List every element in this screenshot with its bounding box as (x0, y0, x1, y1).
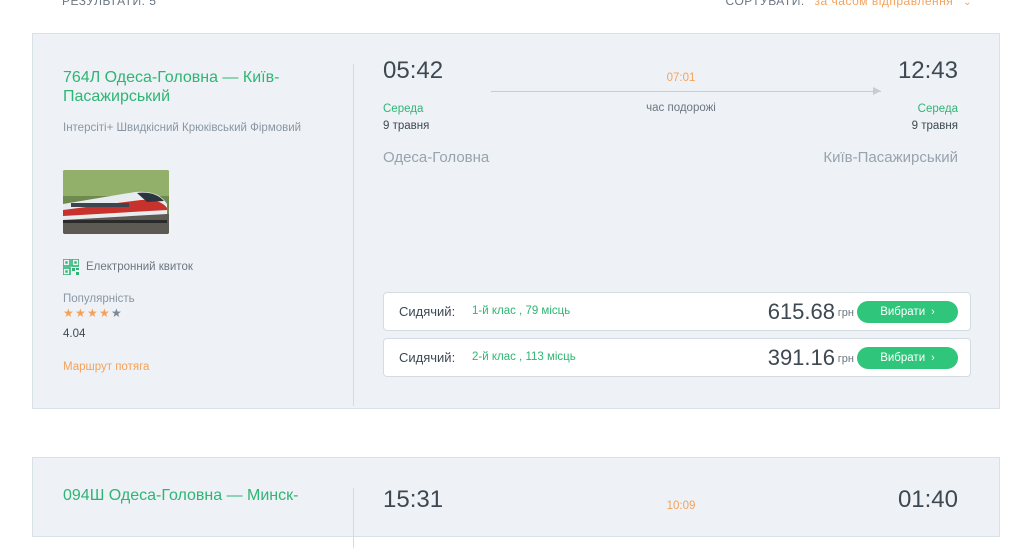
arrow-right-icon (873, 87, 881, 95)
departure-time: 05:42 (383, 57, 444, 84)
arrival-station: Київ-Пасажирський (823, 149, 958, 166)
chevron-right-icon: › (931, 306, 935, 318)
travel-caption: час подорожі (646, 102, 716, 114)
departure-date: 9 травня (383, 120, 430, 132)
travel-line (491, 91, 881, 92)
train-title-link[interactable]: 764Л Одеса-Головна — Київ-Пасажирський (63, 68, 313, 106)
departure-time: 15:31 (383, 486, 444, 513)
star-icon: ★ (75, 306, 86, 320)
travel-duration: 10:09 (666, 500, 696, 512)
fare-row: Сидячий: 2-й клас , 113 місць 391.16 грн… (383, 338, 971, 377)
qr-code-icon (63, 259, 79, 275)
select-button-label: Вибрати (880, 352, 926, 364)
train-card: 764Л Одеса-Головна — Київ-Пасажирський І… (32, 33, 1000, 409)
schedule: 05:42 07:01 12:43 Середа 9 травня час по… (383, 34, 973, 408)
chevron-down-icon[interactable]: ⌄ (963, 0, 972, 8)
train-route-link[interactable]: Маршрут потяга (63, 361, 149, 373)
results-toolbar: РЕЗУЛЬТАТИ: 5 СОРТУВАТИ: за часом відпра… (0, 0, 1024, 14)
departure-day: Середа (383, 103, 424, 115)
train-card: 094Ш Одеса-Головна — Минск- 15:31 10:09 … (32, 457, 1000, 548)
chevron-right-icon: › (931, 352, 935, 364)
arrival-time: 01:40 (897, 486, 958, 513)
fare-currency: грн (837, 353, 854, 365)
fare-currency: грн (837, 307, 854, 319)
schedule: 15:31 10:09 01:40 (383, 458, 973, 536)
popularity-stars: ★ ★ ★ ★ ★ (63, 307, 123, 319)
sort-value-link[interactable]: за часом відправлення (815, 0, 954, 8)
card-divider (353, 488, 354, 548)
fare-class-seats: 2-й клас , 113 місць (472, 351, 576, 363)
star-icon: ★ (87, 306, 98, 320)
select-fare-button[interactable]: Вибрати › (857, 347, 958, 369)
departure-station: Одеса-Головна (383, 149, 490, 166)
eticket-label: Електронний квиток (86, 261, 193, 273)
results-count: РЕЗУЛЬТАТИ: 5 (62, 0, 157, 8)
star-icon: ★ (63, 306, 74, 320)
arrival-time: 12:43 (897, 57, 958, 84)
star-icon: ★ (111, 306, 122, 320)
fare-type: Сидячий: (399, 350, 456, 365)
train-photo (63, 170, 169, 234)
rating-value: 4.04 (63, 328, 86, 340)
select-fare-button[interactable]: Вибрати › (857, 301, 958, 323)
eticket-badge: Електронний квиток (63, 258, 193, 276)
fare-class-seats: 1-й клас , 79 місць (472, 305, 571, 317)
travel-duration: 07:01 (666, 72, 696, 84)
star-icon: ★ (99, 306, 110, 320)
fare-price: 391.16 (767, 345, 835, 370)
select-button-label: Вибрати (880, 306, 926, 318)
fare-row: Сидячий: 1-й клас , 79 місць 615.68 грн … (383, 292, 971, 331)
sort-label: СОРТУВАТИ: (725, 0, 805, 8)
fare-type: Сидячий: (399, 304, 456, 319)
arrival-date: 9 травня (911, 120, 958, 132)
train-type: Інтерсіті+ Швидкісний Крюківський Фірмов… (63, 122, 302, 134)
arrival-day: Середа (917, 103, 958, 115)
sort-control[interactable]: СОРТУВАТИ: за часом відправлення ⌄ (726, 0, 972, 8)
fare-price: 615.68 (767, 299, 835, 324)
card-divider (353, 64, 354, 406)
popularity-label: Популярність (63, 293, 135, 305)
train-title-link[interactable]: 094Ш Одеса-Головна — Минск- (63, 486, 313, 505)
